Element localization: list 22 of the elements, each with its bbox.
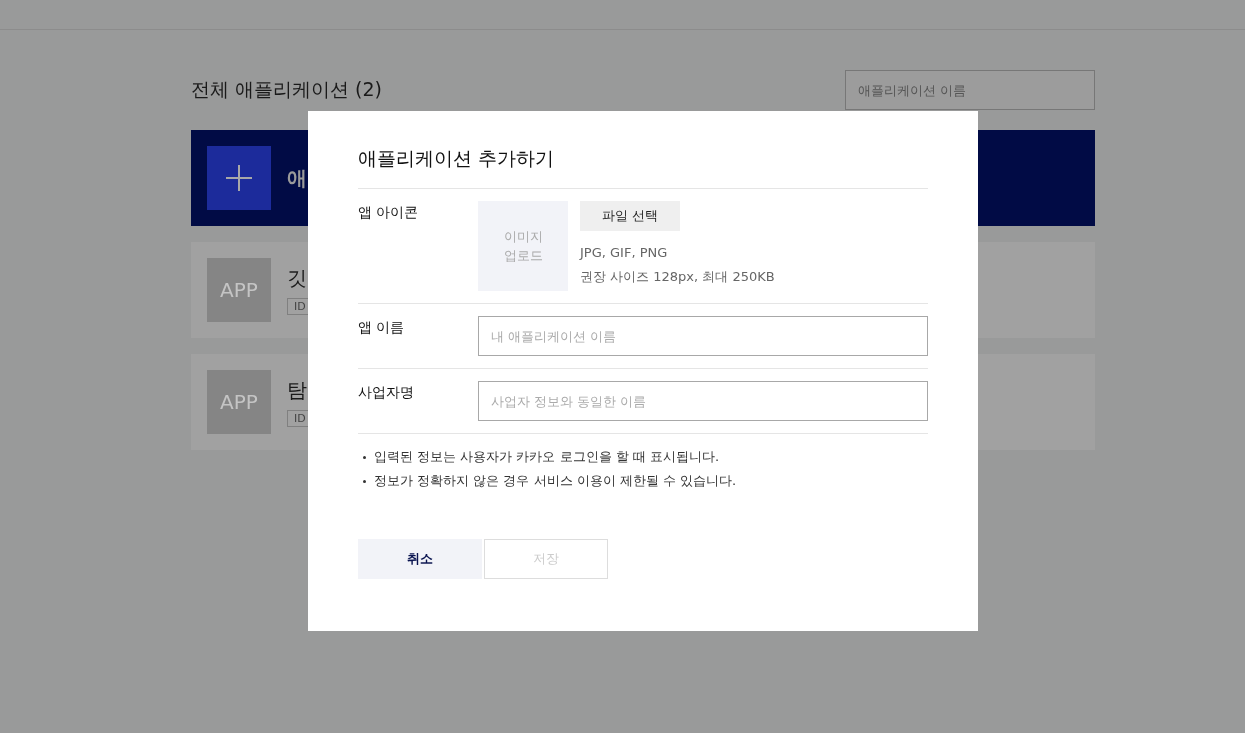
file-hint: 권장 사이즈 128px, 최대 250KB (580, 268, 775, 286)
search-field[interactable]: 애플리케이션 이름 (845, 70, 1095, 110)
info-note: 입력된 정보는 사용자가 카카오 로그인을 할 때 표시됩니다. (374, 448, 720, 466)
cancel-button[interactable]: 취소 (358, 539, 482, 579)
bullet-icon (363, 455, 366, 459)
field-label: 사업자명 (358, 383, 415, 402)
plus-icon (207, 146, 271, 210)
bullet-icon (363, 479, 366, 483)
modal-title: 애플리케이션 추가하기 (358, 111, 928, 189)
add-app-label: 애 (287, 164, 307, 192)
file-hint: JPG, GIF, PNG (580, 244, 669, 262)
app-icon-text: APP (220, 390, 258, 414)
page-title: 전체 애플리케이션 (2) (191, 77, 382, 102)
file-select-button[interactable]: 파일 선택 (580, 201, 680, 231)
text-field[interactable]: 내 애플리케이션 이름 (478, 316, 928, 356)
info-note: 정보가 정확하지 않은 경우 서비스 이용이 제한될 수 있습니다. (374, 472, 737, 490)
app-icon-text: APP (220, 278, 258, 302)
app-name: 깃 (287, 265, 308, 292)
text-field[interactable]: 사업자 정보와 동일한 이름 (478, 381, 928, 421)
field-label: 앱 이름 (358, 318, 406, 337)
field-label: 앱 아이콘 (358, 203, 420, 222)
app-name: 탐 (287, 377, 308, 404)
